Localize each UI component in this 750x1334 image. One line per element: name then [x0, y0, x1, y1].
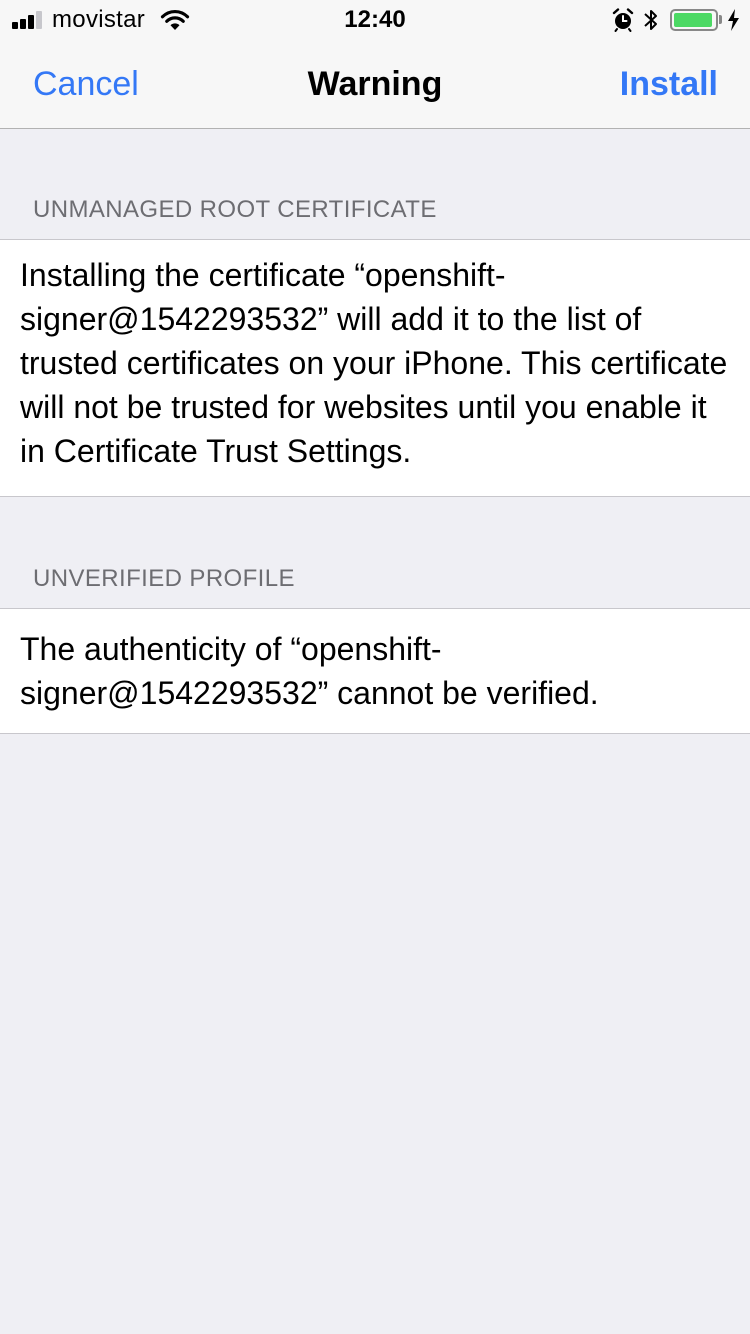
battery-icon — [670, 9, 718, 31]
navigation-bar: Cancel Warning Install — [0, 40, 750, 129]
section-header-unverified-profile: UNVERIFIED PROFILE — [33, 565, 295, 592]
battery-level-fill — [674, 13, 712, 27]
unverified-profile-cell: The authenticity of “openshift-signer@15… — [0, 608, 750, 734]
alarm-icon — [612, 8, 634, 32]
certificate-warning-text: Installing the certificate “openshift-si… — [20, 257, 728, 469]
unverified-profile-text: The authenticity of “openshift-signer@15… — [20, 631, 599, 711]
section-header-unmanaged-root-certificate: UNMANAGED ROOT CERTIFICATE — [33, 196, 437, 223]
install-button[interactable]: Install — [620, 64, 718, 104]
certificate-warning-cell: Installing the certificate “openshift-si… — [0, 239, 750, 497]
status-time: 12:40 — [344, 6, 406, 33]
battery-cap — [719, 15, 722, 24]
bluetooth-icon — [644, 10, 657, 30]
charging-icon — [728, 9, 739, 31]
status-bar: movistar 12:40 — [0, 0, 750, 40]
